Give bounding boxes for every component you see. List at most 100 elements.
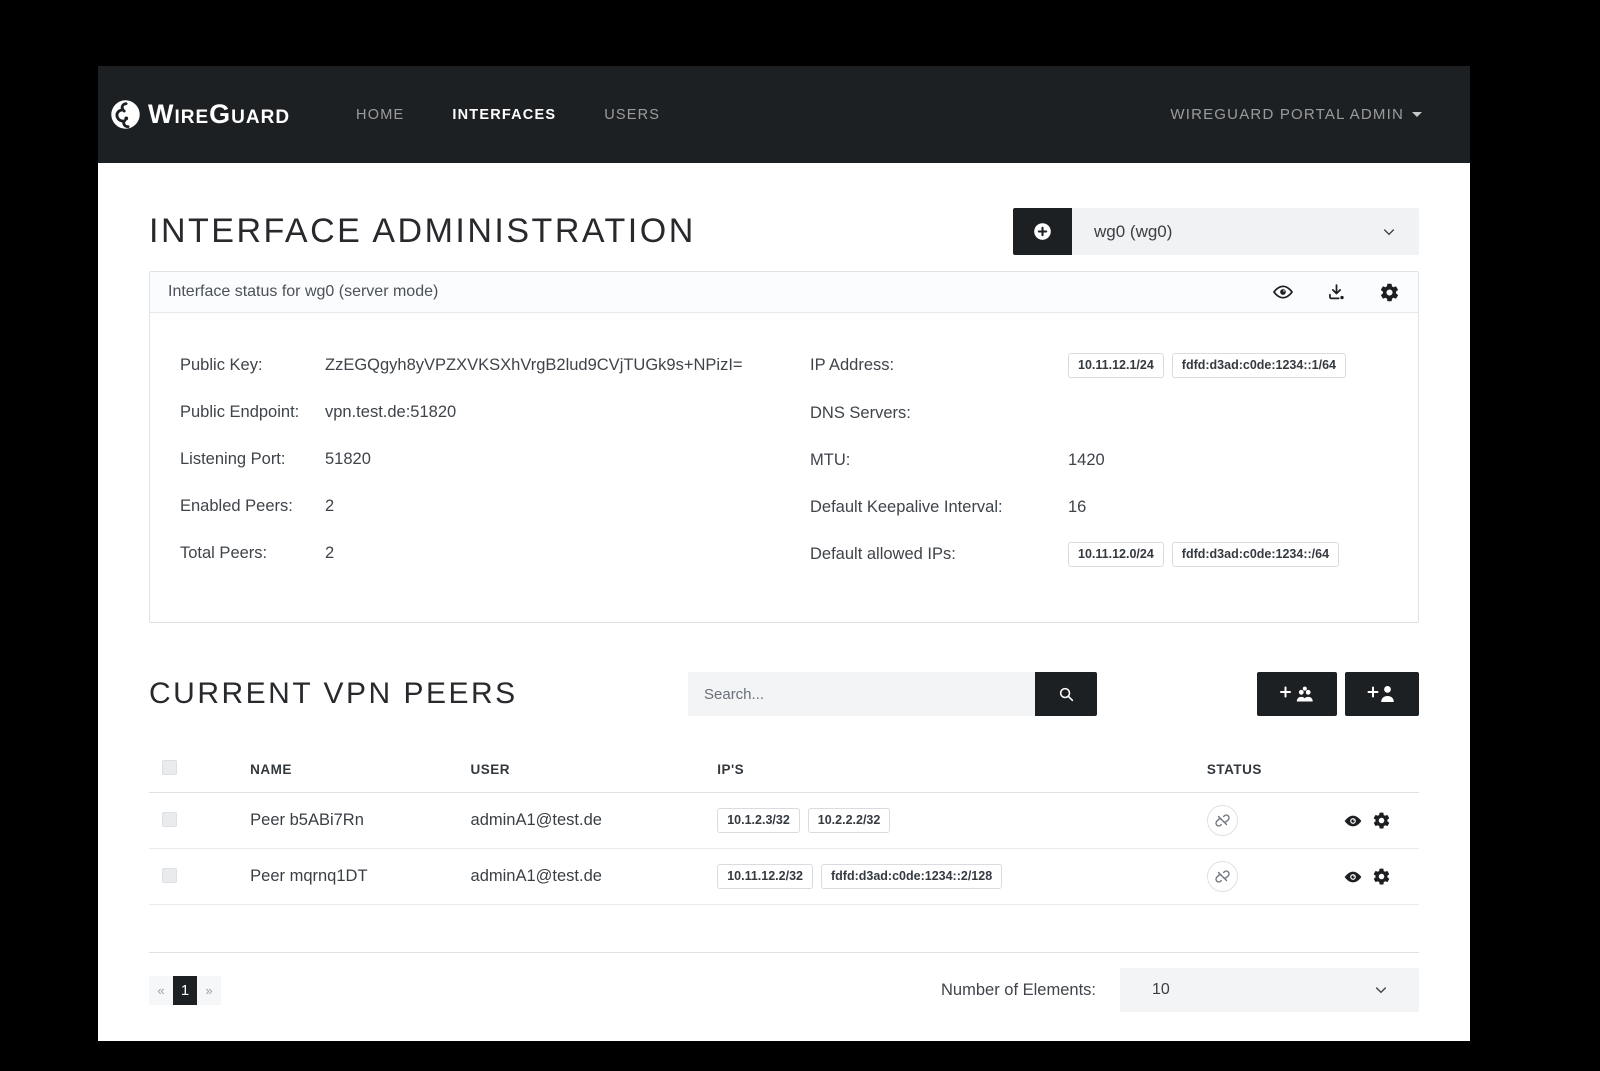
table-row: Peer b5ABi7Rn adminA1@test.de 10.1.2.3/3… (149, 793, 1419, 849)
public-key-value: ZzEGQgyh8yVPZXVKSXhVrgB2lud9CVjTUGk9s+NP… (325, 353, 743, 377)
peer-ip-badges: 10.1.2.3/32 10.2.2.2/32 (717, 808, 1207, 833)
table-row: Peer mqrnq1DT adminA1@test.de 10.11.12.2… (149, 849, 1419, 905)
gear-icon (1372, 811, 1391, 830)
public-key-label: Public Key: (180, 353, 325, 377)
nav-links: HOME INTERFACES USERS (332, 97, 684, 133)
pagination: « 1 » (149, 976, 221, 1005)
elements-per-page-select[interactable]: 10 (1120, 968, 1419, 1012)
chevron-down-icon (1373, 982, 1389, 998)
peer-status-badge (1207, 861, 1238, 892)
peers-section-title: CURRENT VPN PEERS (149, 677, 518, 711)
table-end-divider (149, 952, 1419, 953)
listening-port-value: 51820 (325, 447, 371, 471)
row-actions (1343, 811, 1419, 831)
nav-link-interfaces[interactable]: INTERFACES (428, 97, 580, 133)
elements-per-page-value: 10 (1152, 981, 1170, 999)
interface-details-right: IP Address: 10.11.12.1/24 fdfd:d3ad:c0de… (810, 353, 1388, 590)
dns-servers-label: DNS Servers: (810, 401, 1068, 425)
interface-controls: wg0 (wg0) (1013, 208, 1419, 255)
peer-settings-button[interactable] (1372, 867, 1391, 887)
public-key-row: Public Key: ZzEGQgyh8yVPZXVKSXhVrgB2lud9… (180, 353, 810, 377)
caret-down-icon (1412, 112, 1422, 117)
add-multiple-peers-button[interactable] (1257, 672, 1337, 716)
interface-details-left: Public Key: ZzEGQgyh8yVPZXVKSXhVrgB2lud9… (180, 353, 810, 590)
brand[interactable]: WireGuard (110, 99, 290, 130)
app-window: WireGuard HOME INTERFACES USERS WIREGUAR… (98, 66, 1470, 1041)
elements-per-page-group: Number of Elements: 10 (941, 968, 1419, 1012)
add-peer-button[interactable] (1345, 672, 1419, 716)
eye-icon (1272, 281, 1294, 303)
title-row: INTERFACE ADMINISTRATION wg0 (wg0) (149, 208, 1419, 255)
interface-status-card: Interface status for wg0 (server mode) (149, 271, 1419, 623)
allowed-ips-row: Default allowed IPs: 10.11.12.0/24 fdfd:… (810, 542, 1388, 567)
ip-badge: fdfd:d3ad:c0de:1234::/64 (1172, 542, 1339, 567)
ip-address-label: IP Address: (810, 353, 1068, 378)
magnifier-icon (1057, 685, 1076, 704)
plus-people-icon (1279, 683, 1315, 705)
view-config-button[interactable] (1272, 281, 1294, 303)
select-all-checkbox[interactable] (162, 760, 177, 775)
row-checkbox[interactable] (162, 868, 177, 883)
pagination-prev[interactable]: « (149, 976, 173, 1005)
peer-ip-badges: 10.11.12.2/32 fdfd:d3ad:c0de:1234::2/128 (717, 864, 1207, 889)
ip-badge: fdfd:d3ad:c0de:1234::1/64 (1172, 353, 1346, 378)
download-icon (1326, 282, 1347, 303)
elements-per-page-label: Number of Elements: (941, 981, 1096, 1000)
search-button[interactable] (1035, 672, 1097, 716)
peer-settings-button[interactable] (1372, 811, 1391, 831)
keepalive-value: 16 (1068, 495, 1086, 519)
eye-icon (1343, 811, 1363, 831)
add-interface-button[interactable] (1013, 208, 1072, 255)
enabled-peers-label: Enabled Peers: (180, 494, 325, 518)
chevron-down-icon (1381, 224, 1397, 240)
download-config-button[interactable] (1326, 282, 1347, 303)
enabled-peers-value: 2 (325, 494, 334, 518)
search-input[interactable] (688, 672, 1035, 716)
allowed-ips-label: Default allowed IPs: (810, 542, 1068, 567)
link-off-icon (1214, 812, 1231, 829)
mtu-row: MTU: 1420 (810, 448, 1388, 472)
ip-badge: 10.11.12.2/32 (717, 864, 813, 889)
peer-name: Peer mqrnq1DT (250, 849, 470, 905)
peers-table: NAME USER IP'S STATUS Peer b5ABi7Rn admi… (149, 746, 1419, 905)
allowed-ips-badges: 10.11.12.0/24 fdfd:d3ad:c0de:1234::/64 (1068, 542, 1339, 567)
listening-port-label: Listening Port: (180, 447, 325, 471)
table-footer: « 1 » Number of Elements: 10 (149, 968, 1419, 1012)
column-header-ips: IP'S (717, 746, 1207, 793)
navbar: WireGuard HOME INTERFACES USERS WIREGUAR… (98, 66, 1470, 163)
nav-link-users[interactable]: USERS (580, 97, 684, 133)
total-peers-row: Total Peers: 2 (180, 541, 810, 565)
pagination-page-1[interactable]: 1 (173, 976, 197, 1005)
main-content: INTERFACE ADMINISTRATION wg0 (wg0) (98, 163, 1470, 1041)
peers-table-header-row: NAME USER IP'S STATUS (149, 746, 1419, 793)
eye-icon (1343, 867, 1363, 887)
page-title: INTERFACE ADMINISTRATION (149, 212, 696, 251)
row-actions (1343, 867, 1419, 887)
total-peers-value: 2 (325, 541, 334, 565)
interface-status-title: Interface status for wg0 (server mode) (168, 283, 438, 301)
row-checkbox[interactable] (162, 812, 177, 827)
plus-circle-icon (1032, 221, 1053, 242)
peer-name: Peer b5ABi7Rn (250, 793, 470, 849)
interface-select[interactable]: wg0 (wg0) (1072, 208, 1419, 255)
view-peer-button[interactable] (1343, 867, 1363, 887)
interface-status-card-body: Public Key: ZzEGQgyh8yVPZXVKSXhVrgB2lud9… (150, 313, 1418, 622)
pagination-next[interactable]: » (197, 976, 221, 1005)
peers-header: CURRENT VPN PEERS (149, 672, 1419, 716)
card-header-actions (1272, 281, 1400, 303)
view-peer-button[interactable] (1343, 811, 1363, 831)
gear-icon (1379, 282, 1400, 303)
keepalive-label: Default Keepalive Interval: (810, 495, 1068, 519)
public-endpoint-row: Public Endpoint: vpn.test.de:51820 (180, 400, 810, 424)
ip-badge: 10.2.2.2/32 (808, 808, 891, 833)
public-endpoint-label: Public Endpoint: (180, 400, 325, 424)
user-menu-dropdown[interactable]: WIREGUARD PORTAL ADMIN (1170, 106, 1422, 123)
column-header-status: STATUS (1207, 746, 1343, 793)
mtu-label: MTU: (810, 448, 1068, 472)
nav-link-home[interactable]: HOME (332, 97, 428, 133)
enabled-peers-row: Enabled Peers: 2 (180, 494, 810, 518)
column-header-name: NAME (250, 746, 470, 793)
listening-port-row: Listening Port: 51820 (180, 447, 810, 471)
peer-status-badge (1207, 805, 1238, 836)
interface-settings-button[interactable] (1379, 282, 1400, 303)
